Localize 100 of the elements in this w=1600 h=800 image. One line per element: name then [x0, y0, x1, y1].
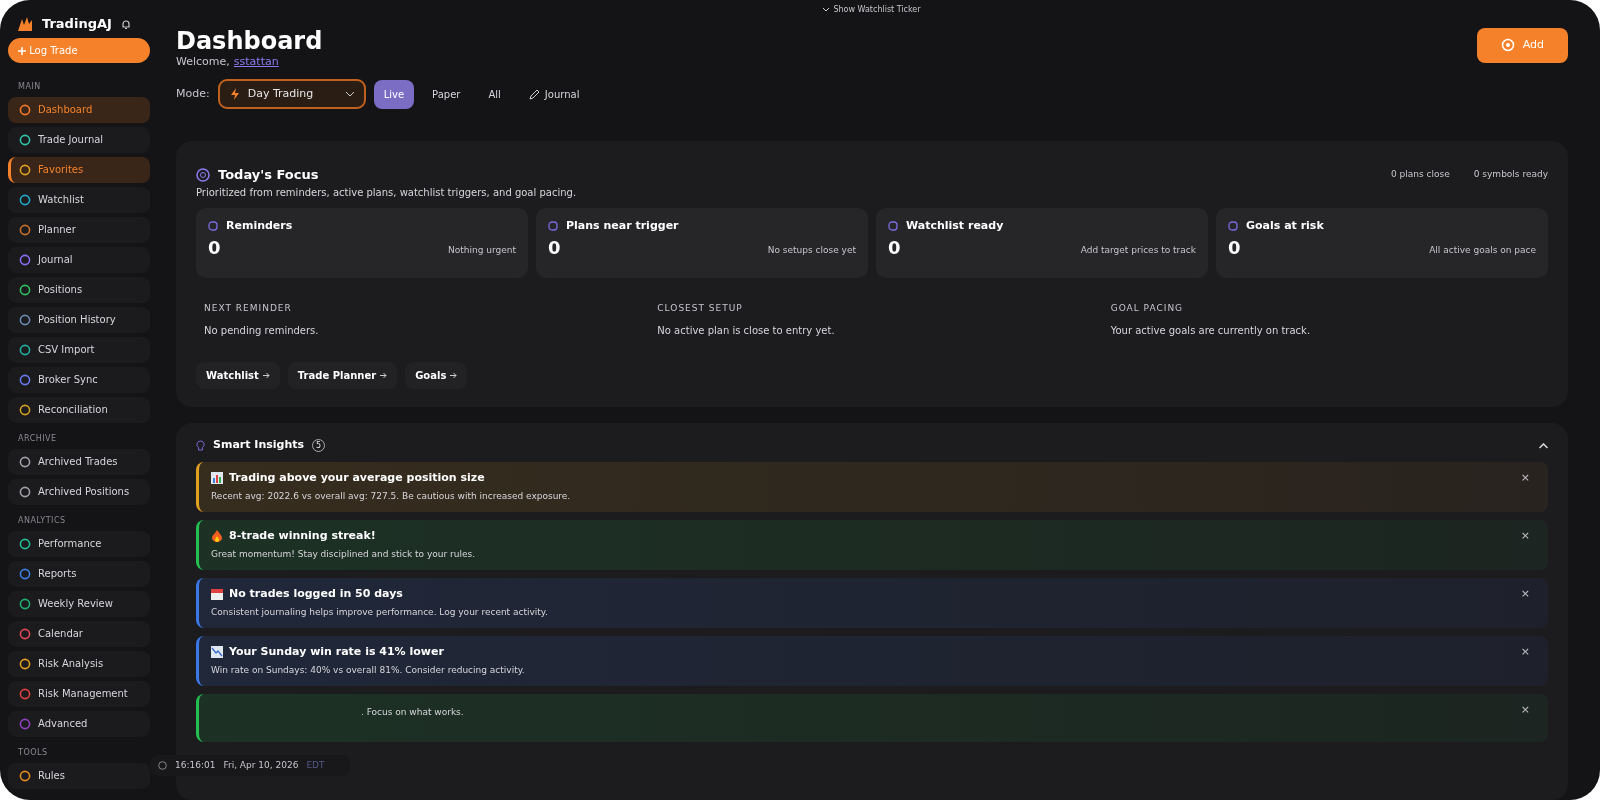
focus-title: Today's Focus	[218, 166, 319, 185]
sidebar-item[interactable]: Trade Journal	[8, 126, 150, 153]
stat-note: Add target prices to track	[1080, 243, 1196, 257]
focus-subtitle: Prioritized from reminders, active plans, watchlist triggers, and goal pacing.	[196, 185, 578, 200]
detail-heading: NEXT REMINDER	[204, 301, 293, 315]
detail-text: No active plan is close to entry yet.	[657, 324, 836, 339]
stat-label: Reminders	[226, 217, 293, 234]
dismiss-button[interactable]: ×	[1514, 469, 1536, 487]
detail-heading: GOAL PACING	[1110, 301, 1185, 315]
stat-note: Nothing urgent	[448, 243, 516, 257]
sidebar-item[interactable]: CSV Import	[8, 336, 150, 363]
lightbulb-icon	[196, 439, 205, 452]
stat-value: 0	[1228, 236, 1241, 261]
sidebar-item[interactable]: Risk Management	[8, 680, 150, 707]
dismiss-button[interactable]: ×	[1514, 527, 1536, 545]
outline-icon	[888, 221, 898, 232]
username-link[interactable]: sstattan	[233, 54, 279, 71]
sidebar-item[interactable]: Planner	[8, 216, 150, 243]
dismiss-button[interactable]: ×	[1514, 701, 1536, 719]
insights-title: Smart Insights	[213, 437, 305, 454]
sidebar-item[interactable]: Reports	[8, 560, 150, 587]
insight-title: No trades logged in 50 days	[229, 585, 403, 602]
sidebar-item[interactable]: Favorites	[8, 156, 150, 183]
stat-label: Goals at risk	[1246, 217, 1324, 234]
detail-text: Your active goals are currently on track.	[1110, 324, 1312, 339]
watchlist-ticker-toggle[interactable]: Show Watchlist Ticker	[823, 4, 921, 16]
bar-chart-icon	[211, 472, 223, 485]
sidebar-item[interactable]: Weekly Review	[8, 590, 150, 617]
insight-title: 8-trade winning streak!	[229, 527, 376, 544]
chevron-down-icon	[345, 91, 354, 97]
outline-icon	[548, 221, 558, 232]
add-circle-icon	[1500, 38, 1515, 53]
sidebar-item[interactable]: Broker Sync	[8, 366, 150, 393]
sidebar-item[interactable]: Rules	[8, 762, 150, 789]
welcome-text: Welcome,	[176, 54, 230, 71]
focus-link-button[interactable]: Watchlist	[196, 362, 280, 390]
sidebar-item[interactable]: Calendar	[8, 620, 150, 647]
sidebar-item[interactable]: Position History	[8, 306, 150, 333]
section-heading: ARCHIVE	[17, 432, 58, 445]
dismiss-button[interactable]: ×	[1514, 643, 1536, 661]
insight-text: Recent avg: 2022.6 vs overall avg: 727.5. Be cautious with increased exposure.	[211, 490, 572, 504]
dismiss-button[interactable]: ×	[1514, 585, 1536, 603]
journal-button[interactable]: Journal	[518, 79, 590, 109]
focus-counter: 0 symbols ready	[1473, 168, 1548, 182]
mode-dropdown[interactable]: Day Trading	[217, 78, 366, 110]
brand-name: TradingAJ	[42, 15, 112, 33]
clock-date: Fri, Apr 10, 2026	[223, 758, 299, 772]
chevron-up-icon	[1539, 442, 1548, 449]
sidebar-item[interactable]: Positions	[8, 276, 150, 303]
clock-time: 16:16:01	[175, 758, 216, 772]
plus-icon	[18, 46, 26, 55]
calendar-icon	[211, 588, 223, 601]
insight-title: Trading above your average position size	[229, 469, 485, 486]
section-heading: MAIN	[17, 80, 42, 93]
stat-label: Watchlist ready	[906, 217, 1004, 234]
stat-label: Plans near trigger	[566, 217, 679, 234]
stat-note: All active goals on pace	[1429, 243, 1536, 257]
pencil-icon	[528, 88, 540, 100]
sidebar-item[interactable]: Dashboard	[8, 96, 150, 123]
arrow-right-icon	[450, 372, 458, 380]
section-heading: TOOLS	[17, 746, 49, 759]
mode-tab[interactable]: Paper	[422, 79, 471, 109]
mode-label: Mode:	[176, 85, 210, 102]
insight-text: Consistent journaling helps improve performance. Log your recent activity.	[211, 606, 549, 620]
sidebar-item[interactable]: Reconciliation	[8, 396, 150, 423]
sidebar-item[interactable]: Risk Analysis	[8, 650, 150, 677]
sidebar-item[interactable]: Advanced	[8, 710, 150, 737]
clock-zone: EDT	[306, 758, 325, 772]
sidebar-item[interactable]: Archived Positions	[8, 478, 150, 505]
page-title: Dashboard	[176, 28, 323, 55]
detail-heading: CLOSEST SETUP	[657, 301, 744, 315]
flame-icon	[211, 530, 223, 543]
chevron-down-icon	[823, 8, 830, 12]
chart-down-icon	[211, 646, 223, 659]
stat-value: 0	[208, 236, 221, 261]
section-heading: ANALYTICS	[17, 514, 67, 527]
focus-link-button[interactable]: Trade Planner	[287, 362, 398, 390]
mode-tab[interactable]: All	[478, 79, 511, 109]
outline-icon	[1228, 221, 1238, 232]
stat-value: 0	[888, 236, 901, 261]
mode-tab[interactable]: Live	[373, 79, 415, 109]
sidebar-item[interactable]: Journal	[8, 246, 150, 273]
insight-text: Great momentum! Stay disciplined and stick to your rules.	[211, 548, 476, 562]
insight-text: . Focus on what works.	[361, 705, 465, 719]
focus-link-button[interactable]: Goals	[405, 362, 468, 390]
sidebar-item[interactable]: Performance	[8, 530, 150, 557]
stat-value: 0	[548, 236, 561, 261]
stat-note: No setups close yet	[767, 243, 856, 257]
bell-icon	[119, 17, 132, 30]
focus-counter: 0 plans close	[1391, 168, 1450, 182]
arrow-right-icon	[380, 372, 388, 380]
arrow-right-icon	[262, 372, 270, 380]
outline-icon	[208, 221, 218, 232]
insight-text: Win rate on Sundays: 40% vs overall 81%. Consider reducing activity.	[211, 664, 526, 678]
detail-text: No pending reminders.	[204, 324, 320, 339]
sidebar-item[interactable]: Watchlist	[8, 186, 150, 213]
lightning-icon	[229, 88, 240, 101]
insight-title: Your Sunday win rate is 41% lower	[229, 643, 444, 660]
sidebar-item[interactable]: Archived Trades	[8, 448, 150, 475]
target-icon	[196, 168, 210, 183]
